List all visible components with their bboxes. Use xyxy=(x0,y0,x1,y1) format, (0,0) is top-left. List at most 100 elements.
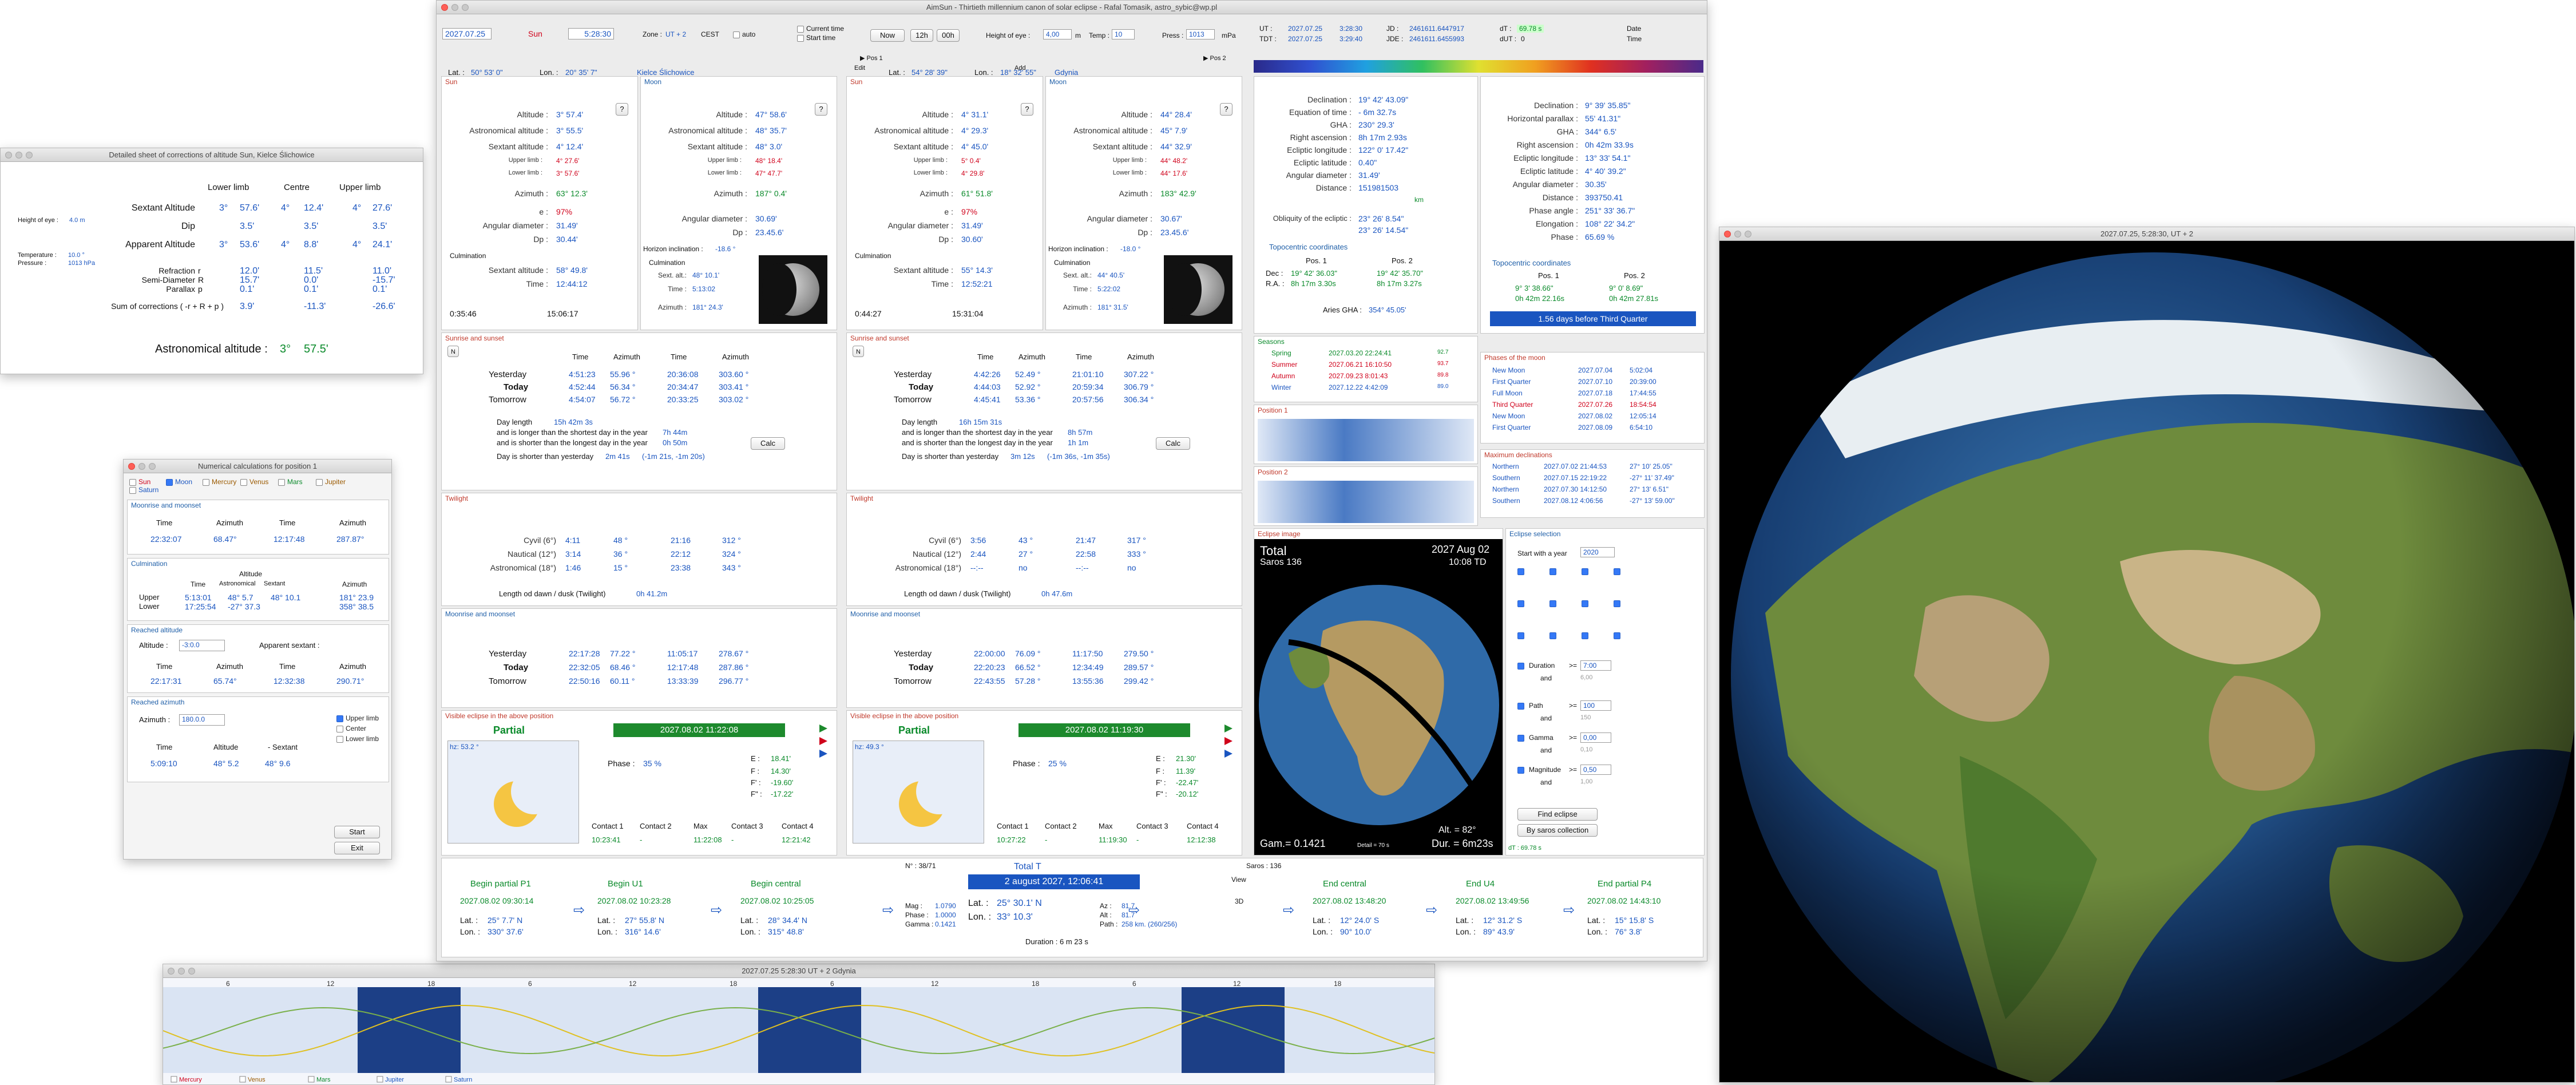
altitude-input[interactable]: -3:0.0 xyxy=(179,640,225,651)
12h-button[interactable]: 12h xyxy=(910,29,933,42)
path-value[interactable]: 100 xyxy=(1580,700,1611,711)
00h-button[interactable]: 00h xyxy=(937,29,960,42)
quarter-banner: 1.56 days before Third Quarter xyxy=(1490,311,1696,326)
legend-checkbox[interactable] xyxy=(377,1076,383,1083)
help-button[interactable]: ? xyxy=(1021,103,1033,116)
help-button[interactable]: ? xyxy=(616,103,628,116)
duration-value[interactable]: 7:00 xyxy=(1580,660,1611,671)
date-stepper[interactable]: Date xyxy=(1627,25,1641,33)
path-filter[interactable] xyxy=(1517,702,1527,710)
zone-value[interactable]: UT + 2 xyxy=(665,30,686,38)
window-controls[interactable] xyxy=(128,463,156,470)
moonrise-cell: 279.50 ° xyxy=(1124,649,1154,658)
contact-arrow-icon[interactable]: ⇨ xyxy=(882,902,894,918)
eclipse-nav-arrow[interactable] xyxy=(819,724,827,732)
body-option-saturn[interactable]: Saturn xyxy=(129,486,165,494)
window-controls[interactable] xyxy=(441,4,469,11)
sun-time1: 0:44:27 xyxy=(855,309,882,318)
city2-name[interactable]: Gdynia xyxy=(1055,68,1078,77)
contact-arrow-icon[interactable]: ⇨ xyxy=(573,902,585,918)
globe-window: 2027.07.25, 5:28:30, UT + 2 xyxy=(1719,227,2575,1083)
contact-arrow-icon[interactable]: ⇨ xyxy=(1283,902,1294,918)
window-controls[interactable] xyxy=(5,152,33,159)
gamma-value[interactable]: 0,00 xyxy=(1580,732,1611,743)
center-option[interactable]: Center xyxy=(336,724,379,732)
mag-value[interactable]: 0,50 xyxy=(1580,765,1611,775)
eclipse-nav-arrow[interactable] xyxy=(1224,737,1232,745)
height-eye-input[interactable]: 4,00 xyxy=(1043,29,1072,39)
moon-lower-value: 44° 17.6' xyxy=(1160,169,1188,177)
lon2-value[interactable]: 18° 32' 55" xyxy=(1000,68,1036,77)
window-controls[interactable] xyxy=(1724,231,1751,237)
lon1-value[interactable]: 20° 35' 7" xyxy=(565,68,597,77)
edit-button[interactable]: Edit xyxy=(854,65,865,72)
sunrise-shorter-label: and is shorter than the longest day in t… xyxy=(902,438,1053,447)
view-button[interactable]: View xyxy=(1231,876,1246,884)
legend-checkbox[interactable] xyxy=(171,1076,177,1083)
auto-option[interactable]: auto xyxy=(733,30,755,38)
moon-azimuth-value: 187° 0.4' xyxy=(755,189,787,198)
body-option-mars[interactable]: Mars xyxy=(278,478,314,486)
window-controls[interactable] xyxy=(168,968,195,975)
now-button[interactable]: Now xyxy=(870,29,905,42)
type-checkbox-row[interactable] xyxy=(1517,599,1689,621)
current-time-option[interactable]: Current time xyxy=(797,25,844,33)
gamma-filter[interactable] xyxy=(1517,734,1527,742)
contact-arrow-icon[interactable]: ⇨ xyxy=(1426,902,1437,918)
body-option-sun[interactable]: Sun xyxy=(129,478,164,486)
help-button[interactable]: ? xyxy=(1220,103,1232,116)
eclipse-nav-arrow[interactable] xyxy=(1224,724,1232,732)
body-option-venus[interactable]: Venus xyxy=(240,478,276,486)
saros-collection-button[interactable]: By saros collection xyxy=(1517,824,1598,837)
eclipse-nav-arrow[interactable] xyxy=(1224,750,1232,758)
legend-checkbox[interactable] xyxy=(239,1076,246,1083)
begin_central-lat-label: Lat. : xyxy=(740,916,759,925)
eclipse-nav-arrow[interactable] xyxy=(819,737,827,745)
pos2-button[interactable]: ▶ Pos 2 xyxy=(1203,54,1226,62)
contact-header: Contact 1 xyxy=(592,822,624,830)
help-button[interactable]: ? xyxy=(815,103,827,116)
type-checkbox-row[interactable] xyxy=(1517,567,1689,589)
contact-arrow-icon[interactable]: ⇨ xyxy=(711,902,722,918)
3d-button[interactable]: 3D xyxy=(1235,897,1243,905)
legend-checkbox[interactable] xyxy=(445,1076,452,1083)
twilight-header: Twilight xyxy=(445,494,469,502)
mag-filter[interactable] xyxy=(1517,766,1527,774)
duration-filter[interactable] xyxy=(1517,662,1527,670)
type-checkbox-row[interactable] xyxy=(1517,631,1689,654)
body-option-jupiter[interactable]: Jupiter xyxy=(316,478,351,486)
timeline-tick: 18 xyxy=(427,980,435,988)
temp-input[interactable]: 10 xyxy=(1112,29,1135,39)
find-eclipse-button[interactable]: Find eclipse xyxy=(1517,808,1598,821)
body-option-moon[interactable]: Moon xyxy=(166,478,200,486)
time-stepper[interactable]: Time xyxy=(1627,35,1642,43)
sun-azimuth-value: 63° 12.3' xyxy=(556,189,588,198)
start-button[interactable]: Start xyxy=(334,826,380,838)
calc-button[interactable]: Calc xyxy=(751,437,785,450)
start-year-input[interactable]: 2020 xyxy=(1580,547,1615,557)
day-band xyxy=(461,987,758,1073)
body-option-mercury[interactable]: Mercury xyxy=(203,478,238,486)
sun-upper-value: 5° 0.4' xyxy=(961,157,981,165)
start-time-option[interactable]: Start time xyxy=(797,34,835,42)
lat2-value[interactable]: 54° 28' 39" xyxy=(911,68,948,77)
lower-limb-option[interactable]: Lower limb xyxy=(336,735,379,743)
legend-checkbox[interactable] xyxy=(308,1076,315,1083)
n-button[interactable]: N xyxy=(447,346,459,357)
pos1-button[interactable]: ▶ Pos 1 xyxy=(860,54,883,62)
earth-globe[interactable] xyxy=(1719,241,2575,1082)
calc-button[interactable]: Calc xyxy=(1156,437,1190,450)
upper-limb-option[interactable]: Upper limb xyxy=(336,714,379,722)
lat1-value[interactable]: 50° 53' 0" xyxy=(471,68,503,77)
city1-name[interactable]: Kielce Ślichowice xyxy=(637,68,694,77)
azimuth-input[interactable]: 180.0.0 xyxy=(179,714,225,726)
date-field[interactable]: 2027.07.25 xyxy=(442,28,492,39)
n-button[interactable]: N xyxy=(853,346,864,357)
eclipse-globe-image[interactable] xyxy=(1254,539,1504,855)
exit-button[interactable]: Exit xyxy=(334,842,380,854)
press-input[interactable]: 1013 xyxy=(1186,29,1215,39)
timeline-graph[interactable]: 6 12 18 6 12 18 6 12 18 6 12 18 Mercury Venus Mars Jupi… xyxy=(163,978,1435,1085)
time-field[interactable]: 5:28:30 xyxy=(568,28,614,39)
contact-arrow-icon[interactable]: ⇨ xyxy=(1563,902,1575,918)
eclipse-nav-arrow[interactable] xyxy=(819,750,827,758)
